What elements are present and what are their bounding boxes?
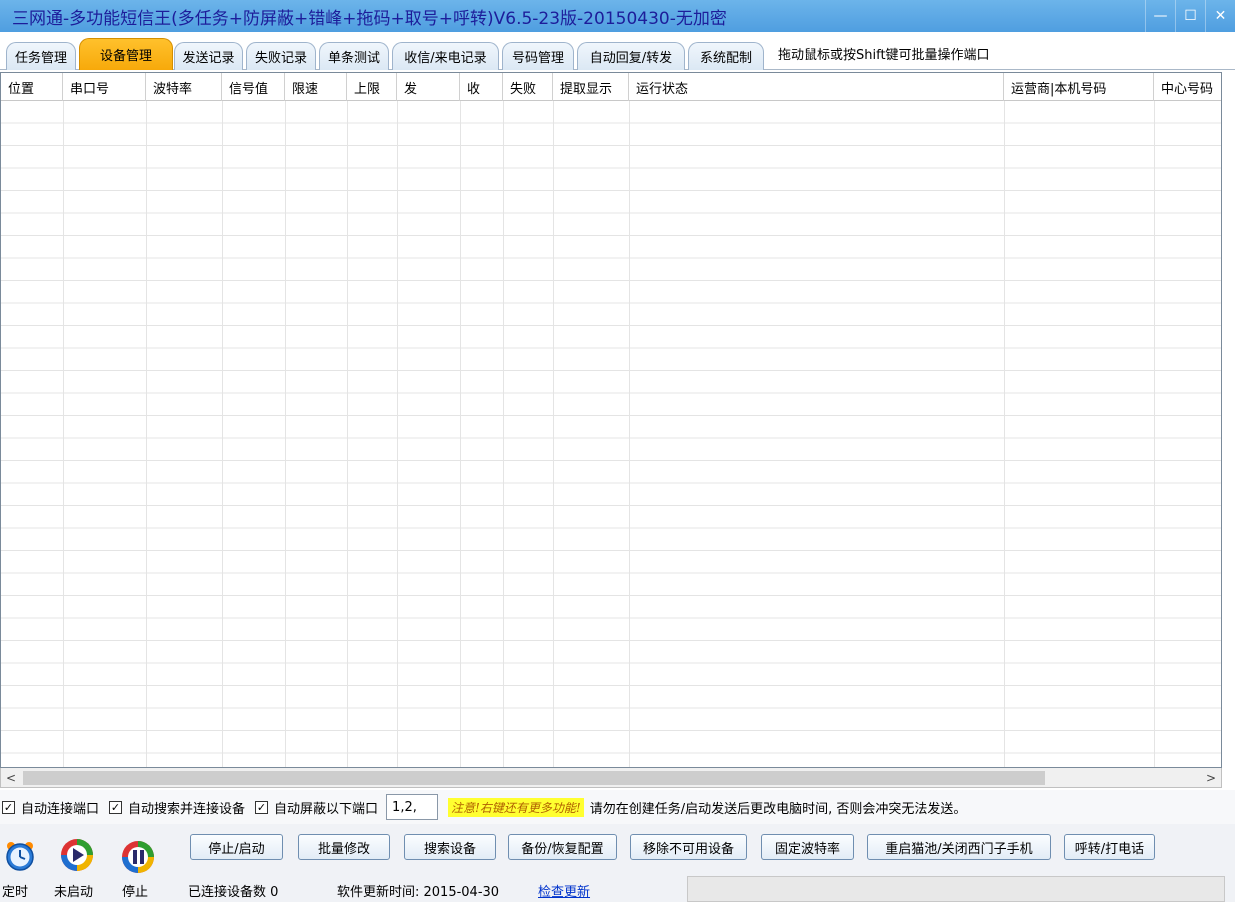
column-divider <box>222 101 223 767</box>
window-controls: — ☐ ✕ <box>1145 0 1235 32</box>
tab-number-management[interactable]: 号码管理 <box>502 42 574 70</box>
bottom-toolbar: 定时 未启动 停止 停止/启动 批量修改 搜索设备 备份/恢复配置 移除不可用设… <box>0 824 1235 902</box>
column-header-rate-limit[interactable]: 限速 <box>285 73 347 101</box>
maximize-button[interactable]: ☐ <box>1175 0 1205 32</box>
column-header-run-status[interactable]: 运行状态 <box>629 73 1004 101</box>
column-divider <box>347 101 348 767</box>
scroll-right-icon[interactable]: > <box>1201 768 1221 788</box>
pause-icon[interactable] <box>121 840 154 873</box>
column-divider <box>553 101 554 767</box>
backup-restore-button[interactable]: 备份/恢复配置 <box>508 834 617 860</box>
right-edge <box>1222 72 1235 768</box>
column-header-extract-display[interactable]: 提取显示 <box>553 73 629 101</box>
column-header-center-number[interactable]: 中心号码 <box>1154 73 1221 101</box>
check-icon: ✓ <box>255 800 269 814</box>
status-panel <box>687 876 1225 902</box>
column-header-serial-port[interactable]: 串口号 <box>63 73 146 101</box>
column-divider <box>146 101 147 767</box>
notice-badge: 注意!右键还有更多功能! <box>448 797 584 817</box>
search-device-button[interactable]: 搜索设备 <box>404 834 496 860</box>
scrollbar-thumb[interactable] <box>23 771 1045 785</box>
check-update-link[interactable]: 检查更新 <box>538 881 590 900</box>
table-body[interactable] <box>1 101 1221 767</box>
tab-receive-call-records[interactable]: 收信/来电记录 <box>392 42 499 70</box>
column-header-sent[interactable]: 发 <box>397 73 460 101</box>
column-divider <box>1004 101 1005 767</box>
horizontal-scrollbar[interactable]: < > <box>0 768 1222 788</box>
auto-search-checkbox[interactable]: ✓ 自动搜索并连接设备 <box>109 798 245 817</box>
column-header-received[interactable]: 收 <box>460 73 503 101</box>
window-title: 三网通-多功能短信王(多任务+防屏蔽+错峰+拖码+取号+呼转)V6.5-23版-… <box>12 8 727 29</box>
column-divider <box>460 101 461 767</box>
tab-send-records[interactable]: 发送记录 <box>174 42 243 70</box>
batch-modify-button[interactable]: 批量修改 <box>298 834 390 860</box>
tab-single-test[interactable]: 单条测试 <box>319 42 389 70</box>
play-icon[interactable] <box>60 838 93 871</box>
column-divider <box>397 101 398 767</box>
fix-baud-button[interactable]: 固定波特率 <box>761 834 854 860</box>
scroll-left-icon[interactable]: < <box>1 768 21 788</box>
options-row: ✓ 自动连接端口 ✓ 自动搜索并连接设备 ✓ 自动屏蔽以下端口 注意!右键还有更… <box>0 790 1235 824</box>
tab-bar: 任务管理 设备管理 发送记录 失败记录 单条测试 收信/来电记录 号码管理 自动… <box>0 32 1235 70</box>
column-divider <box>629 101 630 767</box>
tab-system-config[interactable]: 系统配制 <box>688 42 764 70</box>
remove-unusable-button[interactable]: 移除不可用设备 <box>630 834 747 860</box>
column-header-upper-limit[interactable]: 上限 <box>347 73 397 101</box>
auto-search-label: 自动搜索并连接设备 <box>128 801 246 817</box>
tab-auto-reply-forward[interactable]: 自动回复/转发 <box>577 42 685 70</box>
column-divider <box>285 101 286 767</box>
time-warning-text: 请勿在创建任务/启动发送后更改电脑时间, 否则会冲突无法发送。 <box>589 801 967 817</box>
start-label: 未启动 <box>54 885 94 900</box>
column-header-carrier-number[interactable]: 运营商|本机号码 <box>1004 73 1154 101</box>
column-divider <box>1154 101 1155 767</box>
device-table[interactable]: 位置 串口号 波特率 信号值 限速 上限 发 收 失败 提取显示 运行状态 运营… <box>0 72 1222 768</box>
column-divider <box>63 101 64 767</box>
auto-block-label: 自动屏蔽以下端口 <box>274 801 379 817</box>
alarm-clock-icon[interactable] <box>4 840 36 872</box>
restart-pool-button[interactable]: 重启猫池/关闭西门子手机 <box>867 834 1051 860</box>
connected-devices-count: 已连接设备数 0 <box>188 885 279 900</box>
call-forward-button[interactable]: 呼转/打电话 <box>1064 834 1155 860</box>
auto-block-checkbox[interactable]: ✓ 自动屏蔽以下端口 <box>255 798 378 817</box>
check-icon: ✓ <box>109 800 123 814</box>
column-header-position[interactable]: 位置 <box>1 73 63 101</box>
minimize-button[interactable]: — <box>1145 0 1175 32</box>
column-header-signal[interactable]: 信号值 <box>222 73 285 101</box>
stop-start-button[interactable]: 停止/启动 <box>190 834 283 860</box>
table-header: 位置 串口号 波特率 信号值 限速 上限 发 收 失败 提取显示 运行状态 运营… <box>1 73 1221 101</box>
tab-hint: 拖动鼠标或按Shift键可批量操作端口 <box>778 48 990 63</box>
column-header-baud-rate[interactable]: 波特率 <box>146 73 222 101</box>
column-divider <box>503 101 504 767</box>
auto-connect-checkbox[interactable]: ✓ 自动连接端口 <box>2 798 99 817</box>
check-icon: ✓ <box>2 800 15 814</box>
update-time-text: 软件更新时间: 2015-04-30 <box>337 885 500 900</box>
tab-device-management[interactable]: 设备管理 <box>79 38 173 70</box>
column-header-failed[interactable]: 失败 <box>503 73 553 101</box>
tab-task-management[interactable]: 任务管理 <box>6 42 76 70</box>
stop-label: 停止 <box>122 885 149 900</box>
timer-label: 定时 <box>2 885 29 900</box>
close-button[interactable]: ✕ <box>1205 0 1235 32</box>
tab-failure-records[interactable]: 失败记录 <box>246 42 316 70</box>
auto-connect-label: 自动连接端口 <box>21 801 100 817</box>
title-bar: 三网通-多功能短信王(多任务+防屏蔽+错峰+拖码+取号+呼转)V6.5-23版-… <box>0 0 1235 32</box>
blocked-ports-input[interactable] <box>386 794 439 820</box>
